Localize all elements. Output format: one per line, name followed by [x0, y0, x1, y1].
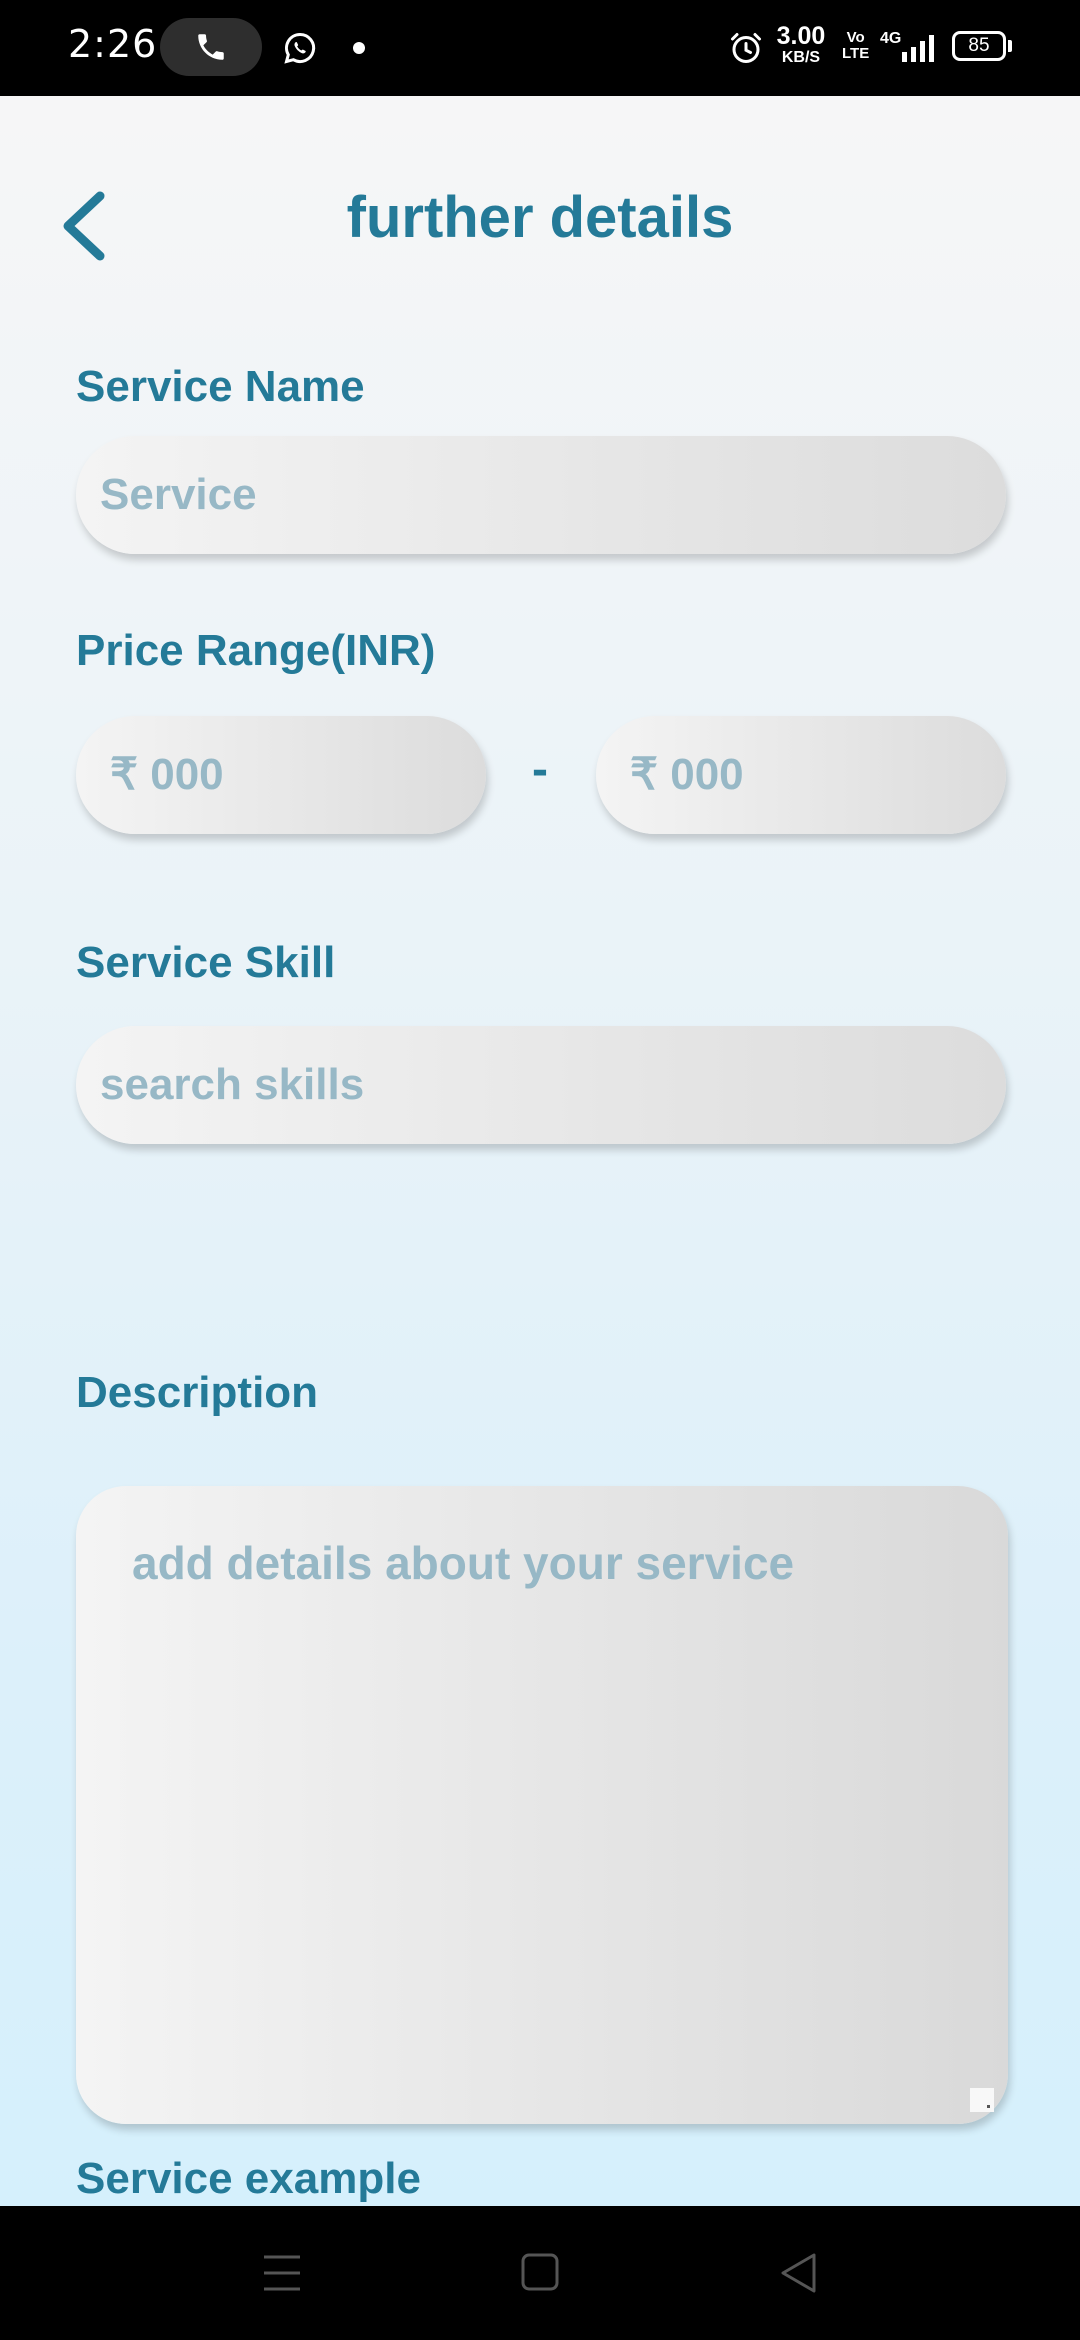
ongoing-call-chip[interactable] — [160, 18, 262, 76]
signal-icon — [902, 35, 934, 62]
page-title: further details — [346, 185, 734, 250]
price-min-input[interactable]: ₹ 000 — [76, 716, 486, 834]
battery-level: 85 — [968, 35, 990, 56]
price-range-separator: - — [532, 743, 548, 796]
whatsapp-icon — [284, 32, 316, 64]
volte-top: Vo — [846, 29, 865, 46]
back-triangle-icon[interactable] — [778, 2250, 818, 2296]
network-speed: 3.00 KB/S — [774, 24, 828, 66]
service-example-label: Service example — [76, 2154, 421, 2203]
network-speed-value: 3.00 — [776, 22, 826, 50]
notification-dot-icon — [353, 42, 365, 54]
resize-handle[interactable] — [970, 2088, 994, 2112]
price-max-placeholder: ₹ 000 — [630, 750, 744, 799]
status-time: 2:26 — [68, 22, 158, 66]
price-range-label: Price Range(INR) — [76, 626, 436, 675]
volte-bottom: LTE — [842, 45, 870, 62]
battery-tip — [1008, 40, 1012, 52]
alarm-icon — [731, 33, 761, 63]
service-name-input[interactable]: Service — [76, 436, 1006, 554]
service-name-label: Service Name — [76, 362, 365, 411]
description-placeholder: add details about your service — [132, 1537, 795, 1589]
menu-icon[interactable] — [262, 2250, 302, 2296]
skill-search-placeholder: search skills — [100, 1060, 365, 1109]
service-name-placeholder: Service — [100, 470, 257, 519]
phone-call-icon — [198, 34, 224, 60]
status-bar: 2:26 3.00 KB/S Vo LTE 4G 85 — [0, 0, 1080, 96]
price-min-placeholder: ₹ 000 — [110, 750, 224, 799]
further-details-screen: further details Service Name Service Pri… — [0, 96, 1080, 2206]
service-skill-label: Service Skill — [76, 938, 336, 987]
price-max-input[interactable]: ₹ 000 — [596, 716, 1006, 834]
description-textarea[interactable]: add details about your service — [76, 1486, 1008, 2124]
system-nav-bar — [0, 2206, 1080, 2340]
network-speed-unit: KB/S — [781, 49, 821, 66]
home-square-icon[interactable] — [520, 2250, 560, 2296]
description-label: Description — [76, 1368, 319, 1417]
volte-indicator: Vo LTE — [842, 30, 869, 62]
skill-search-input[interactable]: search skills — [76, 1026, 1006, 1144]
battery-icon: 85 — [952, 31, 1006, 61]
